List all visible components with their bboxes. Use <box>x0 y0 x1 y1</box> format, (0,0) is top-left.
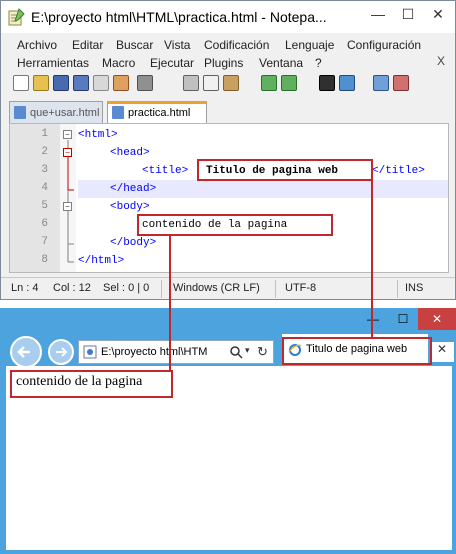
address-text: E:\proyecto html\HTM <box>101 346 208 358</box>
fold-margin: − − − <box>60 124 76 272</box>
notepad-maximize-button[interactable]: ☐ <box>393 3 423 25</box>
status-eol: Windows (CR LF) <box>173 282 260 294</box>
menu-lenguaje[interactable]: Lenguaje <box>285 38 334 52</box>
fold-toggle-icon[interactable]: − <box>63 148 72 157</box>
code-line-2: <head> <box>110 147 150 159</box>
browser-close-button[interactable]: ✕ <box>418 308 456 330</box>
menu-help[interactable]: ? <box>315 56 322 70</box>
code-editor[interactable]: 1 2 3 4 5 6 7 8 − − − <html> <head> <tit… <box>9 123 449 273</box>
copy-icon[interactable] <box>203 75 219 91</box>
undo-icon[interactable] <box>261 75 277 91</box>
open-file-icon[interactable] <box>33 75 49 91</box>
save-all-icon[interactable] <box>73 75 89 91</box>
status-column: Col : 12 <box>53 282 91 294</box>
menu-buscar[interactable]: Buscar <box>116 38 153 52</box>
line-number: 3 <box>41 164 48 176</box>
notepad-window: E:\proyecto html\HTML\practica.html - No… <box>0 0 456 300</box>
annotation-connector-body <box>169 235 171 371</box>
chevron-down-icon[interactable]: ▾ <box>245 345 250 356</box>
browser-minimize-button[interactable]: — <box>358 308 388 330</box>
notepad-tab-bar: que+usar.html practica.html <box>9 101 449 123</box>
menu-codificacion[interactable]: Codificación <box>204 38 269 52</box>
browser-maximize-button[interactable]: ☐ <box>388 308 418 330</box>
forward-button[interactable] <box>48 339 74 365</box>
notepad-app-icon <box>8 8 25 26</box>
line-number: 7 <box>41 236 48 248</box>
cut-icon[interactable] <box>183 75 199 91</box>
menu-ventana[interactable]: Ventana <box>259 56 303 70</box>
line-number: 4 <box>41 182 48 194</box>
menu-herramientas[interactable]: Herramientas <box>17 56 89 70</box>
code-line-8: </html> <box>78 255 125 267</box>
menu-vista[interactable]: Vista <box>164 38 190 52</box>
forward-arrow-icon <box>56 347 68 357</box>
notepad-toolbar <box>7 73 447 95</box>
find-icon[interactable] <box>319 75 335 91</box>
code-line-1: <html> <box>78 129 118 141</box>
menu-archivo[interactable]: Archivo <box>17 38 57 52</box>
status-divider <box>397 280 398 298</box>
file-icon <box>14 106 26 119</box>
menu-configuracion[interactable]: Configuración <box>347 38 421 52</box>
annotation-box-page-body <box>10 370 173 398</box>
new-file-icon[interactable] <box>13 75 29 91</box>
redo-icon[interactable] <box>281 75 297 91</box>
tab-que-usar[interactable]: que+usar.html <box>9 101 103 123</box>
page-icon <box>83 345 97 359</box>
notepad-title-bar: E:\proyecto html\HTML\practica.html - No… <box>1 1 455 33</box>
status-encoding: UTF-8 <box>285 282 317 294</box>
title-open-tag: <title> <box>142 165 189 177</box>
code-line-7: </body> <box>110 237 157 249</box>
line-number: 8 <box>41 254 48 266</box>
notepad-menu-bar: Archivo Editar Buscar Vista Codificación… <box>1 34 455 70</box>
notepad-title: E:\proyecto html\HTML\practica.html - No… <box>31 9 327 25</box>
line-number: 2 <box>41 146 48 158</box>
close-icon[interactable] <box>93 75 109 91</box>
annotation-box-title-code <box>197 159 373 181</box>
annotation-box-body-code <box>137 214 333 236</box>
browser-tab-close-button[interactable]: ✕ <box>430 342 454 362</box>
status-line: Ln : 4 <box>11 282 39 294</box>
zoom-out-icon[interactable] <box>393 75 409 91</box>
paste-icon[interactable] <box>223 75 239 91</box>
line-number: 1 <box>41 128 48 140</box>
file-icon <box>112 106 124 119</box>
menu-plugins[interactable]: Plugins <box>204 56 243 70</box>
line-number: 5 <box>41 200 48 212</box>
notepad-close-button[interactable]: ✕ <box>423 3 453 25</box>
address-bar[interactable]: E:\proyecto html\HTM ▾ ↻ <box>78 340 274 364</box>
line-number: 6 <box>41 218 48 230</box>
refresh-icon[interactable]: ↻ <box>257 344 268 360</box>
print-icon[interactable] <box>137 75 153 91</box>
status-selection: Sel : 0 | 0 <box>103 282 150 294</box>
tab-label: que+usar.html <box>30 107 100 119</box>
replace-icon[interactable] <box>339 75 355 91</box>
code-line-4: </head> <box>110 183 157 195</box>
back-arrow-icon <box>17 346 30 358</box>
title-close-tag: </title> <box>372 165 425 177</box>
tab-label: practica.html <box>128 107 191 119</box>
menu-close-document-button[interactable]: X <box>437 54 445 68</box>
fold-toggle-icon[interactable]: − <box>63 130 72 139</box>
back-button[interactable] <box>10 336 42 368</box>
line-number-gutter: 1 2 3 4 5 6 7 8 <box>10 124 60 272</box>
code-line-3: <title> Titulo de pagina web </title> <box>142 162 425 180</box>
notepad-minimize-button[interactable]: — <box>363 3 393 25</box>
save-icon[interactable] <box>53 75 69 91</box>
search-icon[interactable] <box>229 345 243 359</box>
fold-tree-lines <box>67 140 74 263</box>
fold-toggle-icon[interactable]: − <box>63 202 72 211</box>
menu-macro[interactable]: Macro <box>102 56 135 70</box>
notepad-status-bar: Ln : 4 Col : 12 Sel : 0 | 0 Windows (CR … <box>1 277 455 299</box>
close-all-icon[interactable] <box>113 75 129 91</box>
status-divider <box>275 280 276 298</box>
annotation-connector-title <box>371 180 373 338</box>
menu-ejecutar[interactable]: Ejecutar <box>150 56 194 70</box>
zoom-in-icon[interactable] <box>373 75 389 91</box>
tab-practica[interactable]: practica.html <box>107 101 207 123</box>
status-divider <box>161 280 162 298</box>
menu-editar[interactable]: Editar <box>72 38 103 52</box>
annotation-box-tab-title <box>282 337 432 365</box>
status-insert-mode: INS <box>405 282 424 294</box>
